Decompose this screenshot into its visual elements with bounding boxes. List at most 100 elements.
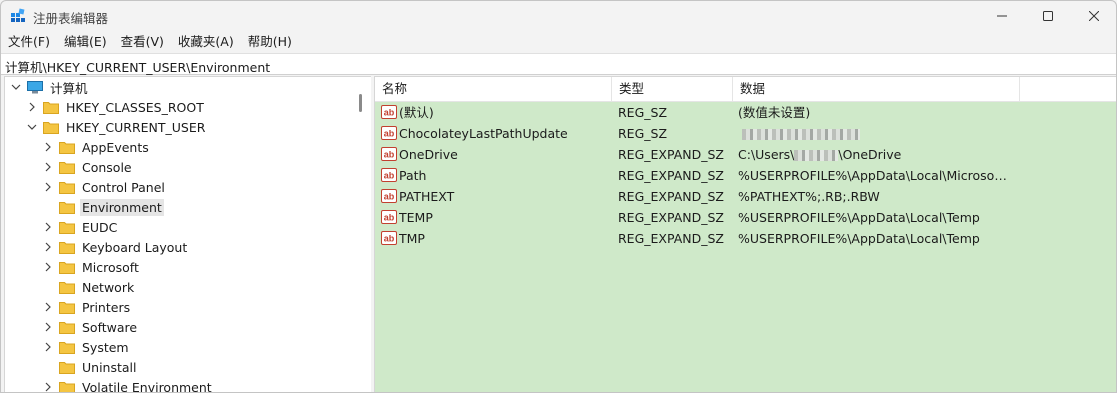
close-icon [1089, 11, 1099, 21]
value-row[interactable]: ab TMP REG_EXPAND_SZ %USERPROFILE%\AppData\… [375, 228, 1116, 249]
value-name: TMP [399, 231, 425, 246]
svg-text:ab: ab [384, 192, 395, 202]
value-data [738, 123, 1008, 144]
tree-label: Environment [80, 198, 164, 216]
value-row[interactable]: ab PATHEXT REG_EXPAND_SZ %PATHEXT%;.RB;.RBW [375, 186, 1116, 207]
value-type: REG_SZ [618, 105, 668, 120]
value-name: Path [399, 168, 427, 183]
value-type: REG_EXPAND_SZ [618, 147, 724, 162]
tree-label: Uninstall [82, 359, 137, 375]
value-row[interactable]: ab (默认) REG_SZ (数值未设置) [375, 102, 1116, 123]
computer-icon [27, 80, 43, 93]
chevron-right-icon[interactable] [43, 302, 53, 312]
folder-icon [43, 101, 59, 114]
value-type: REG_EXPAND_SZ [618, 189, 724, 204]
chevron-right-icon[interactable] [43, 242, 53, 252]
tree-label: Printers [82, 299, 131, 315]
folder-icon [59, 321, 75, 334]
registry-editor-window: 注册表编辑器 文件(F) 编辑(E) 查看(V) 收藏夹(A) 帮助(H) 计算… [0, 0, 1117, 393]
tree-label: EUDC [82, 219, 118, 235]
tree-item-system[interactable]: System [43, 337, 131, 357]
tree-label: 计算机 [50, 80, 88, 96]
tree-item-environment[interactable]: Environment [43, 197, 164, 217]
folder-icon [59, 141, 75, 154]
chevron-right-icon[interactable] [43, 162, 53, 172]
tree-item-hkey-current-user[interactable]: HKEY_CURRENT_USER [27, 117, 207, 137]
maximize-icon [1043, 11, 1053, 21]
tree-item-eudc[interactable]: EUDC [43, 217, 119, 237]
value-data: (数值未设置) [738, 105, 811, 120]
tree-label: HKEY_CLASSES_ROOT [66, 99, 204, 115]
column-header-data[interactable]: 数据 [733, 77, 1020, 101]
value-data: C:\Users\ \OneDrive [738, 147, 902, 162]
menu-edit[interactable]: 编辑(E) [57, 32, 114, 52]
tree-item-software[interactable]: Software [43, 317, 139, 337]
folder-icon [59, 181, 75, 194]
menu-file[interactable]: 文件(F) [1, 32, 57, 52]
values-list-pane[interactable]: 名称 类型 数据 ab (默认) REG_SZ (数值未设置) ab Chocolatey… [374, 76, 1116, 392]
address-path[interactable]: 计算机\HKEY_CURRENT_USER\Environment [5, 57, 270, 76]
menu-bar: 文件(F) 编辑(E) 查看(V) 收藏夹(A) 帮助(H) [1, 32, 299, 52]
address-bar[interactable]: 计算机\HKEY_CURRENT_USER\Environment [1, 53, 1116, 75]
value-row[interactable]: ab ChocolateyLastPathUpdate REG_SZ [375, 123, 1116, 144]
chevron-right-icon[interactable] [43, 262, 53, 272]
menu-help[interactable]: 帮助(H) [241, 32, 299, 52]
chevron-right-icon[interactable] [43, 382, 53, 392]
tree-item-hkey-classes-root[interactable]: HKEY_CLASSES_ROOT [27, 97, 206, 117]
menu-view[interactable]: 查看(V) [114, 32, 171, 52]
value-name: (默认) [399, 105, 434, 120]
chevron-right-icon[interactable] [43, 322, 53, 332]
tree-item-network[interactable]: Network [43, 277, 136, 297]
folder-icon [59, 341, 75, 354]
tree-item-volatile-environment[interactable]: Volatile Environment [43, 377, 214, 392]
tree-item-control-panel[interactable]: Control Panel [43, 177, 167, 197]
maximize-button[interactable] [1025, 1, 1071, 31]
minimize-button[interactable] [979, 1, 1025, 31]
tree-item-computer[interactable]: 计算机 [11, 77, 90, 97]
value-data: %USERPROFILE%\AppData\Local\Microsoft\..… [738, 168, 1008, 183]
column-header-type[interactable]: 类型 [612, 77, 733, 101]
svg-text:ab: ab [384, 129, 395, 139]
chevron-right-icon[interactable] [43, 342, 53, 352]
folder-icon [59, 361, 75, 374]
chevron-right-icon[interactable] [27, 102, 37, 112]
value-name: OneDrive [399, 147, 458, 162]
title-bar[interactable]: 注册表编辑器 [1, 1, 1116, 31]
value-row[interactable]: ab Path REG_EXPAND_SZ %USERPROFILE%\AppData… [375, 165, 1116, 186]
tree-item-microsoft[interactable]: Microsoft [43, 257, 141, 277]
tree-label: Software [82, 319, 138, 335]
string-value-icon: ab [381, 168, 397, 182]
redacted-value [742, 129, 860, 140]
tree-item-keyboard-layout[interactable]: Keyboard Layout [43, 237, 189, 257]
tree-item-printers[interactable]: Printers [43, 297, 132, 317]
string-value-icon: ab [381, 105, 397, 119]
value-data: %PATHEXT%;.RB;.RBW [738, 189, 880, 204]
value-row[interactable]: ab TEMP REG_EXPAND_SZ %USERPROFILE%\AppData… [375, 207, 1116, 228]
redacted-username [794, 150, 839, 161]
chevron-down-icon[interactable] [27, 122, 37, 132]
column-header-name[interactable]: 名称 [375, 77, 612, 101]
tree-label: Network [82, 279, 135, 295]
value-row[interactable]: ab OneDrive REG_EXPAND_SZ C:\Users\ \OneDriv… [375, 144, 1116, 165]
string-value-icon: ab [381, 210, 397, 224]
folder-icon [59, 381, 75, 392]
key-tree-pane[interactable]: 计算机 HKEY_CLASSES_ROOT HKEY_CURRENT_USER … [4, 76, 372, 392]
value-type: REG_EXPAND_SZ [618, 210, 724, 225]
chevron-down-icon[interactable] [11, 82, 21, 92]
close-button[interactable] [1071, 1, 1116, 31]
chevron-right-icon[interactable] [43, 142, 53, 152]
tree-item-uninstall[interactable]: Uninstall [43, 357, 139, 377]
chevron-right-icon[interactable] [43, 222, 53, 232]
value-data: %USERPROFILE%\AppData\Local\Temp [738, 231, 980, 246]
svg-text:ab: ab [384, 150, 395, 160]
value-type: REG_EXPAND_SZ [618, 231, 724, 246]
menu-favorites[interactable]: 收藏夹(A) [171, 32, 241, 52]
tree-scrollbar-thumb[interactable] [359, 94, 362, 112]
tree-label: HKEY_CURRENT_USER [66, 119, 206, 135]
minimize-icon [997, 15, 1007, 17]
tree-label: Control Panel [82, 179, 165, 195]
tree-item-console[interactable]: Console [43, 157, 134, 177]
tree-item-appevents[interactable]: AppEvents [43, 137, 151, 157]
chevron-right-icon[interactable] [43, 182, 53, 192]
svg-text:ab: ab [384, 171, 395, 181]
